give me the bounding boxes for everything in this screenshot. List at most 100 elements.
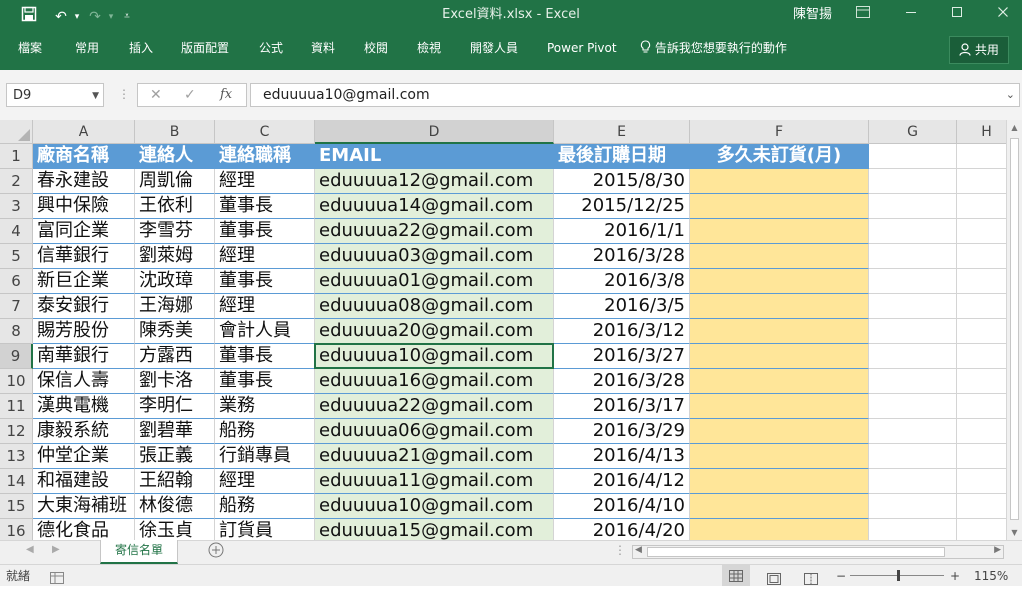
- cell-f14[interactable]: [690, 469, 869, 494]
- zoom-in-icon[interactable]: +: [950, 565, 960, 587]
- row-header-1[interactable]: 1: [0, 144, 33, 169]
- row-header-4[interactable]: 4: [0, 219, 33, 244]
- normal-view-icon[interactable]: [722, 565, 750, 586]
- header-cell-d[interactable]: EMAIL: [315, 144, 554, 169]
- ribbon-display-options-icon[interactable]: [850, 4, 876, 26]
- page-layout-view-icon[interactable]: [767, 570, 781, 592]
- cell-h4[interactable]: [957, 219, 1006, 244]
- cell-e12[interactable]: 2016/3/29: [554, 419, 690, 444]
- cell-f8[interactable]: [690, 319, 869, 344]
- add-sheet-icon[interactable]: [208, 542, 224, 562]
- cell-h15[interactable]: [957, 494, 1006, 519]
- cell-g2[interactable]: [869, 169, 957, 194]
- cell-d15[interactable]: eduuuua10@gmail.com: [315, 494, 554, 519]
- cell-g14[interactable]: [869, 469, 957, 494]
- cell-b4[interactable]: 李雪芬: [135, 219, 215, 244]
- cell-d6[interactable]: eduuuua01@gmail.com: [315, 269, 554, 294]
- cell-d12[interactable]: eduuuua06@gmail.com: [315, 419, 554, 444]
- cell-g1[interactable]: [869, 144, 957, 169]
- cell-g5[interactable]: [869, 244, 957, 269]
- tab-home[interactable]: 常用: [75, 34, 99, 62]
- cell-c16[interactable]: 訂貨員: [215, 519, 315, 540]
- cell-e15[interactable]: 2016/4/10: [554, 494, 690, 519]
- row-header-12[interactable]: 12: [0, 419, 33, 444]
- cell-f15[interactable]: [690, 494, 869, 519]
- row-header-10[interactable]: 10: [0, 369, 33, 394]
- cell-d11[interactable]: eduuuua22@gmail.com: [315, 394, 554, 419]
- cell-d5[interactable]: eduuuua03@gmail.com: [315, 244, 554, 269]
- tell-me-search[interactable]: 告訴我您想要執行的動作: [640, 34, 787, 62]
- horizontal-scroll-thumb[interactable]: [647, 547, 945, 557]
- cell-f13[interactable]: [690, 444, 869, 469]
- cell-c10[interactable]: 董事長: [215, 369, 315, 394]
- cell-b12[interactable]: 劉碧華: [135, 419, 215, 444]
- cell-a16[interactable]: 德化食品: [33, 519, 135, 540]
- scroll-left-icon[interactable]: ◀: [635, 545, 642, 555]
- cell-g12[interactable]: [869, 419, 957, 444]
- tab-review[interactable]: 校閱: [364, 34, 388, 62]
- column-header-a[interactable]: A: [33, 120, 135, 144]
- macro-record-icon[interactable]: [50, 569, 64, 591]
- cell-g6[interactable]: [869, 269, 957, 294]
- cell-a14[interactable]: 和福建設: [33, 469, 135, 494]
- cell-b9[interactable]: 方露西: [135, 344, 215, 369]
- select-all-button[interactable]: [0, 120, 33, 144]
- cell-c11[interactable]: 業務: [215, 394, 315, 419]
- cell-e11[interactable]: 2016/3/17: [554, 394, 690, 419]
- cell-d4[interactable]: eduuuua22@gmail.com: [315, 219, 554, 244]
- sheet-tab[interactable]: 寄信名單: [100, 540, 178, 564]
- cell-d16[interactable]: eduuuua15@gmail.com: [315, 519, 554, 540]
- cell-d13[interactable]: eduuuua21@gmail.com: [315, 444, 554, 469]
- cell-b7[interactable]: 王海娜: [135, 294, 215, 319]
- cell-c3[interactable]: 董事長: [215, 194, 315, 219]
- column-header-b[interactable]: B: [135, 120, 215, 144]
- cell-b8[interactable]: 陳秀美: [135, 319, 215, 344]
- cell-h5[interactable]: [957, 244, 1006, 269]
- cell-d7[interactable]: eduuuua08@gmail.com: [315, 294, 554, 319]
- zoom-level[interactable]: 115%: [974, 565, 1008, 587]
- cell-g9[interactable]: [869, 344, 957, 369]
- cell-c7[interactable]: 經理: [215, 294, 315, 319]
- formula-input[interactable]: eduuuua10@gmail.com ⌄: [250, 83, 1020, 107]
- cell-f5[interactable]: [690, 244, 869, 269]
- cell-g15[interactable]: [869, 494, 957, 519]
- column-header-h[interactable]: H: [957, 120, 1006, 144]
- cell-c14[interactable]: 經理: [215, 469, 315, 494]
- vertical-scrollbar[interactable]: ▲ ▼: [1006, 120, 1022, 540]
- cell-a10[interactable]: 保信人壽: [33, 369, 135, 394]
- tab-insert[interactable]: 插入: [129, 34, 153, 62]
- close-icon[interactable]: [990, 4, 1016, 26]
- cell-g10[interactable]: [869, 369, 957, 394]
- cell-c8[interactable]: 會計人員: [215, 319, 315, 344]
- cell-c6[interactable]: 董事長: [215, 269, 315, 294]
- cell-b3[interactable]: 王依利: [135, 194, 215, 219]
- split-handle-icon[interactable]: ⋮: [614, 543, 626, 557]
- cell-a11[interactable]: 漢典電機: [33, 394, 135, 419]
- cell-f2[interactable]: [690, 169, 869, 194]
- cell-f7[interactable]: [690, 294, 869, 319]
- cell-h10[interactable]: [957, 369, 1006, 394]
- cell-f11[interactable]: [690, 394, 869, 419]
- cell-e14[interactable]: 2016/4/12: [554, 469, 690, 494]
- cell-b6[interactable]: 沈政璋: [135, 269, 215, 294]
- cell-e5[interactable]: 2016/3/28: [554, 244, 690, 269]
- cell-e8[interactable]: 2016/3/12: [554, 319, 690, 344]
- cell-h8[interactable]: [957, 319, 1006, 344]
- row-header-2[interactable]: 2: [0, 169, 33, 194]
- share-button[interactable]: 共用: [949, 36, 1009, 64]
- user-name[interactable]: 陳智揚: [793, 0, 832, 30]
- tab-developer[interactable]: 開發人員: [470, 34, 518, 62]
- header-cell-e[interactable]: 最後訂購日期: [554, 144, 690, 169]
- cell-c13[interactable]: 行銷專員: [215, 444, 315, 469]
- cell-h13[interactable]: [957, 444, 1006, 469]
- tab-power-pivot[interactable]: Power Pivot: [547, 34, 617, 62]
- cell-f3[interactable]: [690, 194, 869, 219]
- next-sheet-icon[interactable]: ▶: [52, 544, 60, 555]
- tab-data[interactable]: 資料: [311, 34, 335, 62]
- cell-a9[interactable]: 南華銀行: [33, 344, 135, 369]
- vertical-scroll-thumb[interactable]: [1010, 138, 1019, 520]
- cell-c15[interactable]: 船務: [215, 494, 315, 519]
- zoom-slider-thumb[interactable]: [897, 570, 900, 581]
- cell-e2[interactable]: 2015/8/30: [554, 169, 690, 194]
- row-header-16[interactable]: 16: [0, 519, 33, 540]
